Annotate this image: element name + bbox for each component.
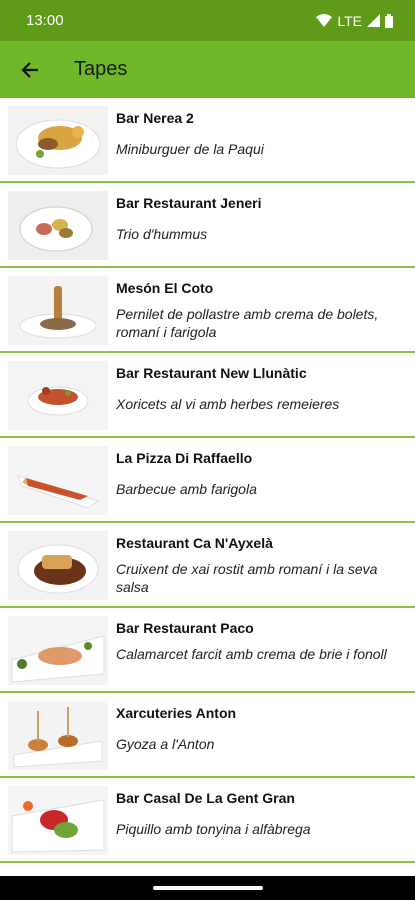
restaurant-name: Xarcuteries Anton — [116, 705, 237, 721]
restaurant-name: Bar Casal De La Gent Gran — [116, 790, 295, 806]
list-item[interactable]: Bar Restaurant Jeneri Trio d'hummus — [0, 183, 415, 268]
dish-description: Calamarcet farcit amb crema de brie i fo… — [116, 646, 387, 662]
battery-icon — [385, 13, 393, 28]
dish-thumbnail — [8, 531, 108, 600]
dish-thumbnail — [8, 446, 108, 515]
wifi-icon — [316, 14, 333, 27]
arrow-left-icon — [21, 61, 38, 78]
signal-icon — [367, 14, 380, 27]
list-item[interactable]: Restaurant Ca N'Ayxelà Cruixent de xai r… — [0, 523, 415, 608]
restaurant-name: La Pizza Di Raffaello — [116, 450, 253, 466]
dish-description: Xoricets al vi amb herbes remeieres — [116, 396, 340, 412]
dish-thumbnail — [8, 616, 108, 685]
dish-description: Cruixent de xai rostit amb romaní i la s… — [116, 561, 378, 595]
dish-description: Gyoza a l'Anton — [116, 736, 215, 752]
page-title: Tapes — [74, 58, 128, 80]
list-item[interactable]: Mesón El Coto Pernilet de pollastre amb … — [0, 268, 415, 353]
restaurant-name: Bar Restaurant Paco — [116, 620, 254, 636]
dish-thumbnail — [8, 786, 108, 855]
list-item[interactable]: Bar Restaurant New Llunàtic Xoricets al … — [0, 353, 415, 438]
back-button[interactable] — [2, 41, 58, 98]
dish-description: Pernilet de pollastre amb crema de bolet… — [116, 306, 379, 340]
dish-thumbnail — [8, 276, 108, 345]
list-item[interactable]: Bar Restaurant Paco Calamarcet farcit am… — [0, 608, 415, 693]
dish-description: Miniburguer de la Paqui — [116, 141, 264, 157]
dish-thumbnail — [8, 106, 108, 175]
restaurant-name: Mesón El Coto — [116, 280, 214, 296]
dish-thumbnail — [8, 701, 108, 770]
restaurant-name: Restaurant Ca N'Ayxelà — [116, 535, 273, 551]
navigation-bar — [0, 876, 415, 900]
tapes-list: Bar Nerea 2 Miniburguer de la Paqui Bar … — [0, 98, 415, 876]
restaurant-name: Bar Restaurant New Llunàtic — [116, 365, 307, 381]
dish-description: Barbecue amb farigola — [116, 481, 257, 497]
status-bar: 13:00 LTE — [0, 0, 415, 41]
app-bar: Tapes — [0, 41, 415, 98]
list-item[interactable]: La Pizza Di Raffaello Barbecue amb farig… — [0, 438, 415, 523]
list-item[interactable]: Bar Nerea 2 Miniburguer de la Paqui — [0, 98, 415, 183]
status-icons: LTE — [316, 13, 393, 29]
dish-thumbnail — [8, 191, 108, 260]
restaurant-name: Bar Nerea 2 — [116, 110, 194, 126]
restaurant-name: Bar Restaurant Jeneri — [116, 195, 262, 211]
dish-description: Trio d'hummus — [116, 226, 208, 242]
dish-description: Piquillo amb tonyina i alfàbrega — [116, 821, 311, 837]
home-gesture-handle[interactable] — [153, 886, 263, 890]
network-type: LTE — [337, 12, 362, 29]
list-item[interactable]: Xarcuteries Anton Gyoza a l'Anton — [0, 693, 415, 778]
status-time: 13:00 — [26, 12, 64, 29]
list-item[interactable]: Bar Casal De La Gent Gran Piquillo amb t… — [0, 778, 415, 863]
dish-thumbnail — [8, 361, 108, 430]
